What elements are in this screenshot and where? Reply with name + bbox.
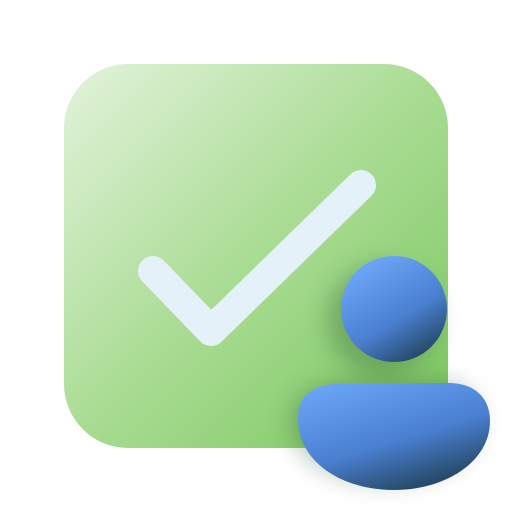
user-approved-icon	[64, 64, 490, 490]
icon-canvas	[0, 0, 512, 512]
user-body	[298, 383, 490, 490]
user-head	[341, 256, 447, 362]
